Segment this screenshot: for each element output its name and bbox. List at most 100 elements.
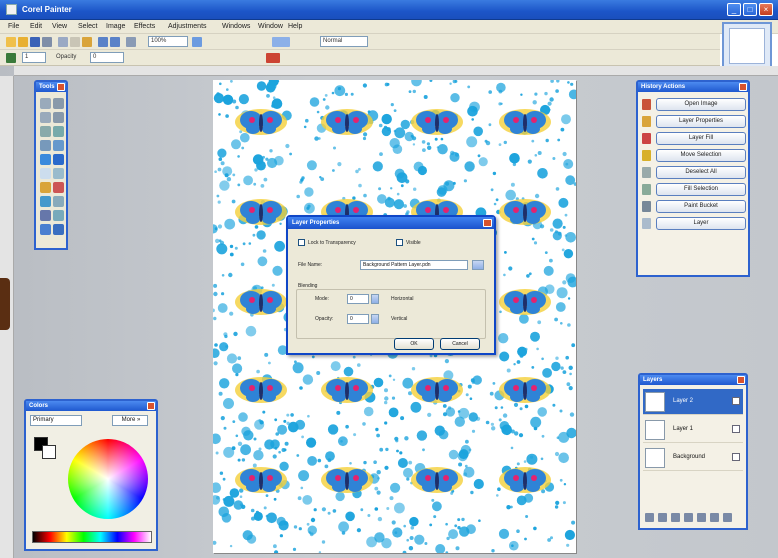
zoom-icon[interactable] (192, 37, 202, 47)
brush-size-field[interactable]: 1 (22, 52, 46, 63)
history-item-label[interactable]: Fill Selection (656, 183, 746, 196)
ok-button[interactable]: OK (394, 338, 434, 350)
menu-image[interactable]: Image (106, 23, 125, 30)
history-item[interactable]: Paint Bucket (642, 200, 746, 214)
shapes-icon[interactable] (53, 210, 64, 221)
color-mode-icon[interactable] (266, 53, 280, 63)
history-item-label[interactable]: Paint Bucket (656, 200, 746, 213)
navigator-thumbnail[interactable] (722, 22, 772, 70)
layer-row[interactable]: Layer 2 (643, 389, 743, 415)
text-icon[interactable] (53, 196, 64, 207)
close-icon[interactable] (737, 376, 745, 384)
history-item-label[interactable]: Open Image (656, 98, 746, 111)
history-item[interactable]: Layer (642, 217, 746, 231)
opacity-spinner[interactable] (371, 314, 379, 324)
eraser-icon[interactable] (53, 168, 64, 179)
lasso-icon[interactable] (40, 112, 51, 123)
browse-button[interactable] (472, 260, 484, 270)
history-item[interactable]: Move Selection (642, 149, 746, 163)
visible-checkbox[interactable] (396, 239, 403, 246)
file-name-input[interactable]: Background Pattern Layer.pdn (360, 260, 468, 270)
color-wheel[interactable] (68, 439, 148, 519)
layer-visibility-checkbox[interactable] (732, 453, 740, 461)
menu-adjustments[interactable]: Adjustments (168, 23, 207, 30)
mode-spinner[interactable] (371, 294, 379, 304)
history-item[interactable]: Open Image (642, 98, 746, 112)
move-up-icon[interactable] (697, 513, 706, 522)
clone-icon[interactable] (53, 182, 64, 193)
menu-select[interactable]: Select (78, 23, 97, 30)
undo-icon[interactable] (98, 37, 108, 47)
zoom-field[interactable]: 100% (148, 36, 188, 47)
history-item-label[interactable]: Move Selection (656, 149, 746, 162)
line-icon[interactable] (40, 210, 51, 221)
units-icon[interactable] (272, 37, 290, 47)
delete-layer-icon[interactable] (658, 513, 667, 522)
history-item-label[interactable]: Layer (656, 217, 746, 230)
layer-visibility-checkbox[interactable] (732, 397, 740, 405)
menu-edit[interactable]: Edit (30, 23, 42, 30)
close-icon[interactable] (483, 219, 492, 227)
open-icon[interactable] (18, 37, 28, 47)
new-icon[interactable] (6, 37, 16, 47)
close-icon[interactable] (739, 83, 747, 91)
more-colors-button[interactable]: More » (112, 415, 148, 426)
history-item-label[interactable]: Deselect All (656, 166, 746, 179)
save-icon[interactable] (30, 37, 40, 47)
crop-icon[interactable] (126, 37, 136, 47)
close-icon[interactable] (57, 83, 65, 91)
recolor-icon[interactable] (40, 196, 51, 207)
move-selection-icon[interactable] (53, 112, 64, 123)
paint-bucket-icon[interactable] (40, 154, 51, 165)
history-item[interactable]: Layer Fill (642, 132, 746, 146)
gradient-icon[interactable] (53, 154, 64, 165)
menu-view[interactable]: View (52, 23, 67, 30)
ellipse-icon[interactable] (53, 224, 64, 235)
copy-icon[interactable] (70, 37, 80, 47)
layer-visibility-checkbox[interactable] (732, 425, 740, 433)
close-button[interactable]: × (759, 3, 773, 16)
history-item-label[interactable]: Layer Fill (656, 132, 746, 145)
color-spectrum-bar[interactable] (32, 531, 152, 543)
lock-transparency-checkbox[interactable] (298, 239, 305, 246)
layer-row[interactable]: Layer 1 (643, 417, 743, 443)
rectangle-icon[interactable] (40, 224, 51, 235)
cut-icon[interactable] (58, 37, 68, 47)
ellipse-select-icon[interactable] (40, 126, 51, 137)
mode-input[interactable]: 0 (347, 294, 369, 304)
select-rect-icon[interactable] (40, 98, 51, 109)
history-item[interactable]: Deselect All (642, 166, 746, 180)
menu-window[interactable]: Window (258, 23, 283, 30)
history-item-label[interactable]: Layer Properties (656, 115, 746, 128)
tolerance-field[interactable]: 0 (90, 52, 124, 63)
pencil-icon[interactable] (40, 182, 51, 193)
close-icon[interactable] (147, 402, 155, 410)
move-icon[interactable] (53, 98, 64, 109)
redo-icon[interactable] (110, 37, 120, 47)
layer-row[interactable]: Background (643, 445, 743, 471)
menu-file[interactable]: File (8, 23, 19, 30)
print-icon[interactable] (42, 37, 52, 47)
history-item[interactable]: Fill Selection (642, 183, 746, 197)
zoom-tool-icon[interactable] (53, 126, 64, 137)
pan-icon[interactable] (53, 140, 64, 151)
add-layer-icon[interactable] (645, 513, 654, 522)
blend-field[interactable]: Normal (320, 36, 368, 47)
merge-layer-icon[interactable] (684, 513, 693, 522)
secondary-color-swatch[interactable] (42, 445, 56, 459)
layer-properties-icon[interactable] (723, 513, 732, 522)
magic-wand-icon[interactable] (40, 140, 51, 151)
minimize-button[interactable]: _ (727, 3, 741, 16)
brush-icon[interactable] (40, 168, 51, 179)
menu-windows[interactable]: Windows (222, 23, 250, 30)
menu-help[interactable]: Help (288, 23, 302, 30)
side-panel-tab[interactable] (0, 278, 10, 330)
move-down-icon[interactable] (710, 513, 719, 522)
menu-effects[interactable]: Effects (134, 23, 155, 30)
opacity-input[interactable]: 0 (347, 314, 369, 324)
maximize-button[interactable]: □ (743, 3, 757, 16)
duplicate-layer-icon[interactable] (671, 513, 680, 522)
history-item[interactable]: Layer Properties (642, 115, 746, 129)
color-mode-select[interactable]: Primary (30, 415, 82, 426)
cancel-button[interactable]: Cancel (440, 338, 480, 350)
